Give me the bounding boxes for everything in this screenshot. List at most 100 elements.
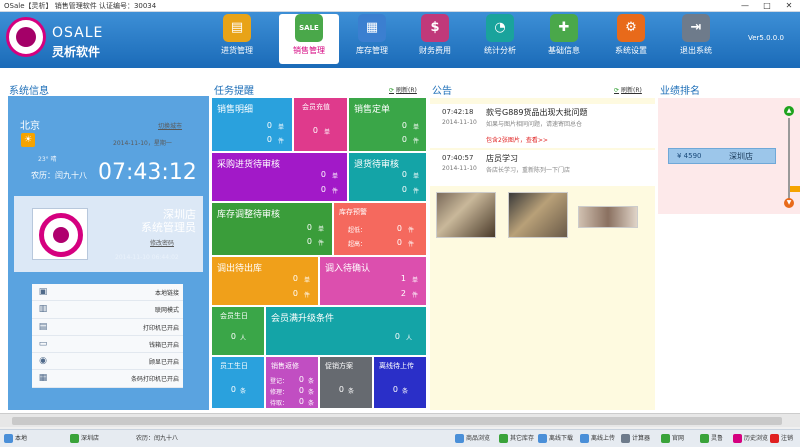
rank-amount: ¥ 4590 — [677, 152, 702, 160]
notice-heading: 公告 — [432, 86, 452, 97]
nav-label: 财务费用 — [419, 46, 451, 55]
window-title: OSale【灵析】 销售管理软件 认证编号：30034 — [4, 2, 157, 10]
tile-staff-birthday[interactable]: 员工生日 0条 — [212, 357, 264, 408]
tile-transfer-in[interactable]: 调入待确认 1单 2件 — [320, 257, 426, 305]
cashbox-icon: ▭ — [38, 338, 48, 349]
status-button-4[interactable]: 计算器 — [621, 432, 650, 446]
nav-icon: SALE — [295, 14, 323, 42]
tasks-heading: 任务提醒 — [214, 86, 254, 97]
rank-marker — [790, 186, 800, 192]
status-button-3[interactable]: 离线上传 — [580, 432, 615, 446]
status-button-7[interactable]: 历史浏览 — [733, 432, 768, 446]
nav-item-1[interactable]: SALE 销售管理 — [279, 14, 339, 64]
nav-icon: ▤ — [223, 14, 251, 42]
nav-item-3[interactable]: $ 财务费用 — [405, 14, 465, 64]
minimize-button[interactable]: — — [734, 0, 756, 11]
scrollbar-thumb[interactable] — [12, 417, 782, 425]
device-label: 本地链接 — [154, 290, 179, 297]
notice-photo[interactable] — [578, 206, 638, 228]
clock: 07:43:12 — [98, 160, 197, 185]
maximize-button[interactable]: □ — [756, 0, 778, 11]
app-logo: OSALE 灵析软件 — [6, 17, 118, 61]
task-tiles: 销售明细 0单 0件 会员充值 0单 销售定单 0单 0件 采购进货待审核 0单… — [212, 98, 427, 410]
status-bar: 本地 深圳店 农历：闰九十八 商品浏览 其它库存 离线下载 离线上传 计算器 官网 灵鲁 历史浏览注… — [0, 429, 800, 447]
status-button-8[interactable]: 注销 — [770, 432, 793, 446]
nav-label: 库存管理 — [356, 46, 388, 55]
close-button[interactable]: ✕ — [778, 0, 800, 11]
status-icon — [621, 434, 630, 443]
notice-panel: 07:42:18 2014-11-10 款号G889货品出现大批问题 如果与图片… — [430, 98, 655, 410]
eye-icon: ◉ — [39, 356, 47, 367]
nav-item-4[interactable]: ◔ 统计分析 — [470, 14, 530, 64]
switch-city-link[interactable]: 切换城市 — [158, 121, 182, 130]
horizontal-scrollbar[interactable] — [0, 413, 800, 427]
notice-refresh-link[interactable]: ⟳ 刷新(R) — [614, 85, 642, 94]
tile-member-birthday[interactable]: 会员生日 0人 — [212, 307, 264, 355]
status-icon — [499, 434, 508, 443]
status-icon — [538, 434, 547, 443]
status-left-0[interactable]: 本地 — [4, 432, 27, 446]
status-button-1[interactable]: 其它库存 — [499, 432, 534, 446]
nav-item-2[interactable]: ▦ 库存管理 — [342, 14, 402, 64]
device-row: ▤ 打印机已开启 — [32, 318, 183, 336]
tile-sales-return[interactable]: 销售返修 登记： 0 条 修理： 0 条 待取： 0 条 — [266, 357, 318, 408]
device-label: 打印机已开启 — [142, 324, 179, 332]
status-icon — [580, 434, 589, 443]
version-label: Ver5.0.0.0 — [748, 34, 784, 42]
status-icon — [700, 434, 709, 443]
status-button-2[interactable]: 离线下载 — [538, 432, 573, 446]
tile-purchase-review[interactable]: 采购进货待审核 0单 0件 — [212, 153, 347, 201]
tile-sales-detail[interactable]: 销售明细 0单 0件 — [212, 98, 292, 151]
scroll-down-icon[interactable]: ▼ — [784, 198, 794, 208]
view-images-link[interactable]: 包含2张图片，查看>> — [486, 135, 548, 144]
status-icon — [70, 434, 79, 443]
tile-stock-warning[interactable]: 库存预警 超低： 0件 超高： 0件 — [334, 203, 426, 255]
nav-label: 基础信息 — [548, 46, 580, 55]
nav-item-6[interactable]: ⚙ 系统设置 — [601, 14, 661, 64]
tile-promotion[interactable]: 促销方案 0条 — [320, 357, 372, 408]
notice-photo[interactable] — [508, 192, 568, 238]
device-label: 条码打印机已开启 — [130, 376, 179, 384]
status-icon — [770, 434, 779, 443]
logo-en: OSALE — [52, 25, 104, 41]
status-button-0[interactable]: 商品浏览 — [455, 432, 490, 446]
nav-label: 系统设置 — [615, 46, 647, 55]
sysinfo-heading: 系统信息 — [9, 86, 49, 97]
tile-member-upgrade[interactable]: 会员满升级条件 0人 — [266, 307, 426, 355]
scroll-up-icon[interactable]: ▲ — [784, 106, 794, 116]
notice-photo[interactable] — [436, 192, 496, 238]
tile-offline-upload[interactable]: 离线待上传 0条 — [374, 357, 426, 408]
tile-member-recharge[interactable]: 会员充值 0单 — [294, 98, 347, 151]
nav-item-7[interactable]: ⇥ 退出系统 — [666, 14, 726, 64]
status-button-5[interactable]: 官网 — [661, 432, 684, 446]
printer-icon: ▤ — [38, 321, 48, 332]
rank-bar[interactable]: ¥ 4590 深圳店 — [668, 148, 776, 164]
tile-return-review[interactable]: 退货待审核 0单 0件 — [349, 153, 426, 201]
nav-label: 进货管理 — [221, 46, 253, 55]
nav-icon: ▦ — [358, 14, 386, 42]
tile-sales-order[interactable]: 销售定单 0单 0件 — [349, 98, 426, 151]
notice-item[interactable]: 07:42:18 2014-11-10 款号G889货品出现大批问题 如果与图片… — [430, 104, 655, 148]
nav-item-0[interactable]: ▤ 进货管理 — [207, 14, 267, 64]
main-toolbar: OSALE 灵析软件 Ver5.0.0.0 ▤ 进货管理 SALE 销售管理 ▦ 库存管理… — [0, 12, 800, 68]
device-row: ◉ 顾显已开启 — [32, 353, 183, 371]
logo-icon — [6, 17, 46, 57]
change-password-link[interactable]: 修改密码 — [150, 238, 174, 247]
temperature: 23° 晴 — [38, 156, 57, 163]
status-icon — [733, 434, 742, 443]
sun-icon: ☀ — [21, 133, 35, 147]
tile-stock-adjust[interactable]: 库存调整待审核 0单 0件 — [212, 203, 332, 255]
status-icon — [661, 434, 670, 443]
nav-label: 统计分析 — [484, 46, 516, 55]
logo-cn: 灵析软件 — [52, 45, 101, 59]
status-button-6[interactable]: 灵鲁 — [700, 432, 723, 446]
status-left-1[interactable]: 深圳店 — [70, 432, 99, 446]
login-time: 2014-11-10 06:44:02 — [115, 254, 179, 261]
nav-item-5[interactable]: ✚ 基础信息 — [534, 14, 594, 64]
nav-icon: ⇥ — [682, 14, 710, 42]
tile-transfer-out[interactable]: 调出待出库 0单 0件 — [212, 257, 318, 305]
notice-item[interactable]: 07:40:57 2014-11-10 店员学习 各店长学习，重新陈列一下门店 — [430, 150, 655, 186]
rank-store: 深圳店 — [729, 152, 753, 161]
tasks-refresh-link[interactable]: ⟳ 刷新(R) — [389, 85, 417, 94]
refresh-icon: ⟳ — [614, 87, 620, 94]
